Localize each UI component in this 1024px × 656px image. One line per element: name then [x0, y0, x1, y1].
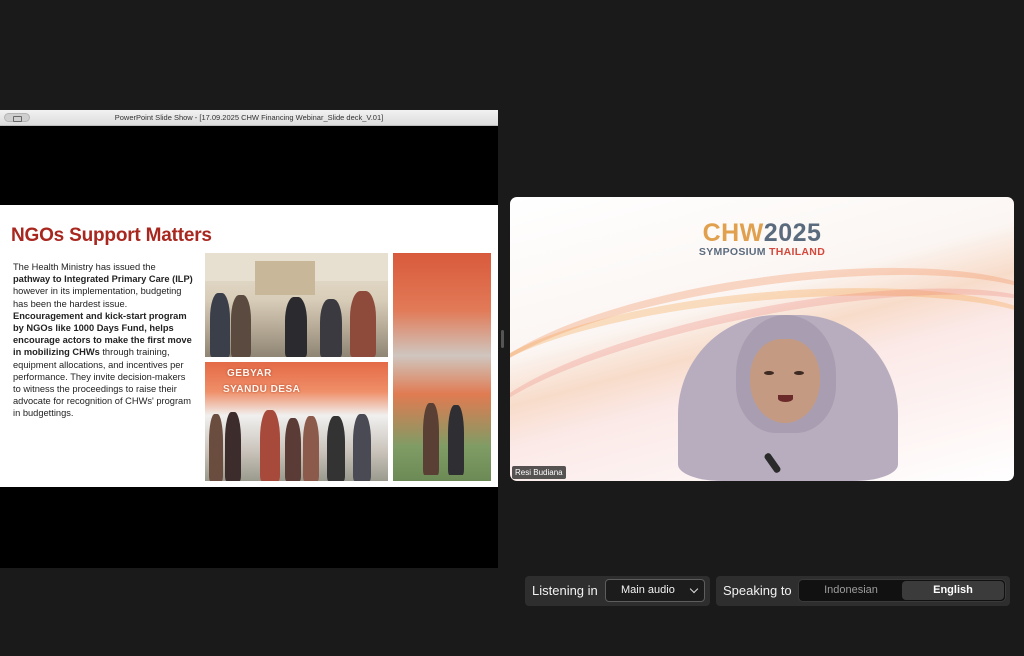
slide-photo-event-stage	[393, 253, 491, 481]
presentation-slide: NGOs Support Matters The Health Ministry…	[0, 205, 498, 487]
logo-year-text: 2025	[763, 219, 822, 247]
symposium-subtitle: SYMPOSIUM THAILAND	[510, 246, 1014, 258]
window-titlebar: PowerPoint Slide Show - [17.09.2025 CHW …	[0, 110, 498, 126]
window-control-icon[interactable]	[4, 113, 30, 122]
speaking-to-panel: Speaking to Indonesian English	[716, 576, 1010, 606]
photo-banner-text-2: SYANDU DESA	[223, 384, 301, 395]
body-text-bold-1: pathway to Integrated Primary Care (ILP)	[13, 274, 193, 285]
symposium-logo: CHW2025	[510, 219, 1014, 248]
listening-in-panel: Listening in Main audio	[525, 576, 710, 606]
speaker-video-tile[interactable]: CHW2025 SYMPOSIUM THAILAND Resi Budiana	[510, 197, 1014, 481]
audio-channel-select[interactable]: Main audio	[605, 579, 705, 602]
lang-option-indonesian[interactable]: Indonesian	[800, 581, 902, 600]
speaking-language-toggle[interactable]: Indonesian English	[798, 579, 1006, 602]
slide-photo-award-ceremony: GEBYAR SYANDU DESA	[205, 362, 388, 481]
slide-title: NGOs Support Matters	[11, 225, 212, 246]
window-title: PowerPoint Slide Show - [17.09.2025 CHW …	[114, 113, 384, 122]
chevron-down-icon	[689, 584, 699, 594]
logo-chw-text: CHW	[702, 219, 764, 247]
listening-in-label: Listening in	[532, 583, 598, 598]
slide-photo-group-meeting	[205, 253, 388, 357]
speaking-to-label: Speaking to	[723, 583, 792, 598]
body-text-3: through training, equipment allocations,…	[13, 347, 191, 419]
body-text-2: however in its implementation, budgeting…	[13, 286, 182, 309]
body-text-1: The Health Ministry has issued the	[13, 262, 156, 272]
speaker-person	[678, 315, 898, 481]
photo-banner-text-1: GEBYAR	[227, 368, 272, 379]
lang-option-english[interactable]: English	[902, 581, 1004, 600]
participant-name-tag: Resi Budiana	[512, 466, 566, 479]
audio-channel-value: Main audio	[621, 584, 675, 596]
split-resize-handle[interactable]	[501, 330, 504, 348]
slide-body-text: The Health Ministry has issued the pathw…	[13, 261, 195, 420]
logo-symposium-text: SYMPOSIUM	[698, 246, 766, 258]
shared-screen: PowerPoint Slide Show - [17.09.2025 CHW …	[0, 110, 498, 568]
logo-country-text: THAILAND	[769, 246, 826, 258]
